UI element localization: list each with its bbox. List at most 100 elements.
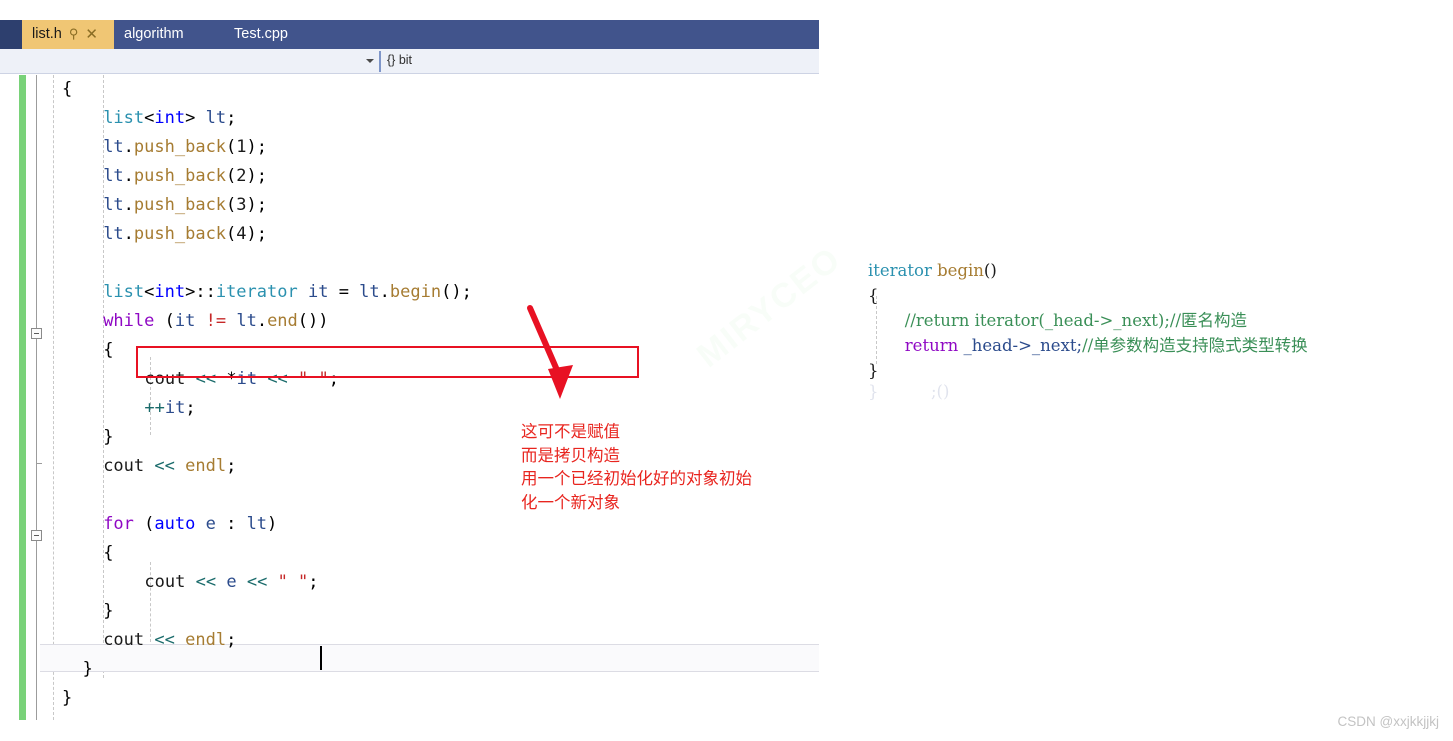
code-line: { [103, 336, 113, 365]
code-line: for (auto e : lt) [103, 510, 277, 539]
code-token: cout [144, 572, 186, 592]
code-token: { [868, 286, 879, 305]
code-token: lt [236, 311, 257, 331]
red-arrow-annotation [527, 305, 573, 399]
code-token: 1 [236, 137, 247, 157]
tab-algorithm[interactable]: algorithm [114, 20, 224, 49]
code-token: << [195, 572, 217, 592]
nav-scope-label[interactable]: {} bit [387, 53, 412, 67]
close-icon[interactable]: ✕ [85, 27, 98, 42]
fold-toggle-for[interactable] [31, 530, 42, 541]
code-token: for [103, 514, 134, 534]
code-line: lt.push_back(2); [103, 162, 267, 191]
chevron-down-icon[interactable] [366, 59, 374, 63]
code-token: { [62, 79, 73, 99]
code-line: while (it != lt.end()) [103, 307, 328, 336]
code-token: { [103, 543, 114, 563]
code-token: while [103, 311, 155, 331]
code-token: _head->_next; [963, 336, 1083, 355]
code-editor-window: list.h ⚲ ✕ algorithm Test.cpp {} bit { li… [0, 20, 819, 720]
code-token: lt [205, 108, 227, 128]
code-token: () [983, 261, 997, 280]
code-token: << [154, 630, 175, 650]
editor-tab-strip: list.h ⚲ ✕ algorithm Test.cpp [0, 20, 819, 49]
right-panel-faded-line: } ;() [868, 382, 950, 401]
code-token: ); [246, 195, 268, 215]
code-token: . [123, 224, 134, 244]
code-token: ( [226, 137, 237, 157]
code-token: lt [246, 514, 268, 534]
tab-test-cpp[interactable]: Test.cpp [224, 20, 341, 49]
code-token: list [103, 108, 145, 128]
code-token: 2 [236, 166, 247, 186]
code-token: return [904, 336, 959, 355]
change-indicator-bar [19, 75, 26, 720]
code-token: ); [246, 224, 268, 244]
code-token: ); [246, 166, 268, 186]
code-token: . [256, 311, 268, 331]
code-token: lt [359, 282, 380, 302]
code-token: . [123, 195, 134, 215]
code-line: iterator begin() [868, 258, 997, 284]
code-token: ( [226, 195, 237, 215]
code-token: //单参数构造支持隐式类型转换 [1082, 336, 1308, 355]
code-surface[interactable]: {list<int> lt; lt.push_back(1); lt.push_ba… [0, 75, 819, 720]
code-token: ; [308, 572, 319, 592]
footer-watermark: CSDN @xxjkkjjkj [1337, 714, 1439, 729]
tab-label: list.h [32, 26, 62, 42]
tab-list-h[interactable]: list.h ⚲ ✕ [22, 20, 114, 49]
code-token: push_back [133, 195, 227, 215]
text-caret [320, 646, 322, 670]
tab-label: Test.cpp [234, 26, 288, 42]
code-token: (); [441, 282, 472, 302]
code-token: 3 [236, 195, 247, 215]
code-token: endl [185, 456, 227, 476]
code-line: return _head->_next;//单参数构造支持隐式类型转换 [905, 333, 1308, 359]
code-line: cout << endl; [103, 626, 236, 655]
code-token: lt [103, 195, 124, 215]
pin-icon[interactable]: ⚲ [69, 27, 79, 40]
code-token: ; [226, 456, 237, 476]
code-token: end [267, 311, 298, 331]
outlining-rail [36, 75, 37, 720]
code-line: } [103, 597, 113, 626]
code-token: ; [185, 398, 196, 418]
code-token: e [226, 572, 237, 592]
code-token: begin [389, 282, 442, 302]
code-line: } [62, 684, 72, 713]
code-token: ( [154, 311, 175, 331]
code-token: << [154, 456, 175, 476]
code-token: //return iterator(_head->_next);//匿名构造 [904, 311, 1248, 330]
code-token: list [103, 282, 145, 302]
navigation-bar: {} bit [0, 49, 819, 74]
code-token: } [103, 601, 114, 621]
code-token: e [205, 514, 216, 534]
code-token: } [62, 688, 73, 708]
code-line: { [103, 539, 113, 568]
code-line: //return iterator(_head->_next);//匿名构造 [905, 308, 1247, 334]
code-token: iterator [868, 261, 932, 280]
fold-tick [36, 463, 42, 464]
code-token: it [174, 311, 196, 331]
code-token: auto [154, 514, 196, 534]
code-token: . [379, 282, 390, 302]
code-line: } [83, 655, 93, 684]
code-token: . [123, 137, 134, 157]
code-line: { [62, 75, 72, 104]
code-token: << [246, 572, 268, 592]
nav-divider [379, 51, 381, 72]
code-token: } [82, 659, 93, 679]
code-token: > [185, 108, 206, 128]
code-token: ); [246, 137, 268, 157]
fold-toggle-while[interactable] [31, 328, 42, 339]
